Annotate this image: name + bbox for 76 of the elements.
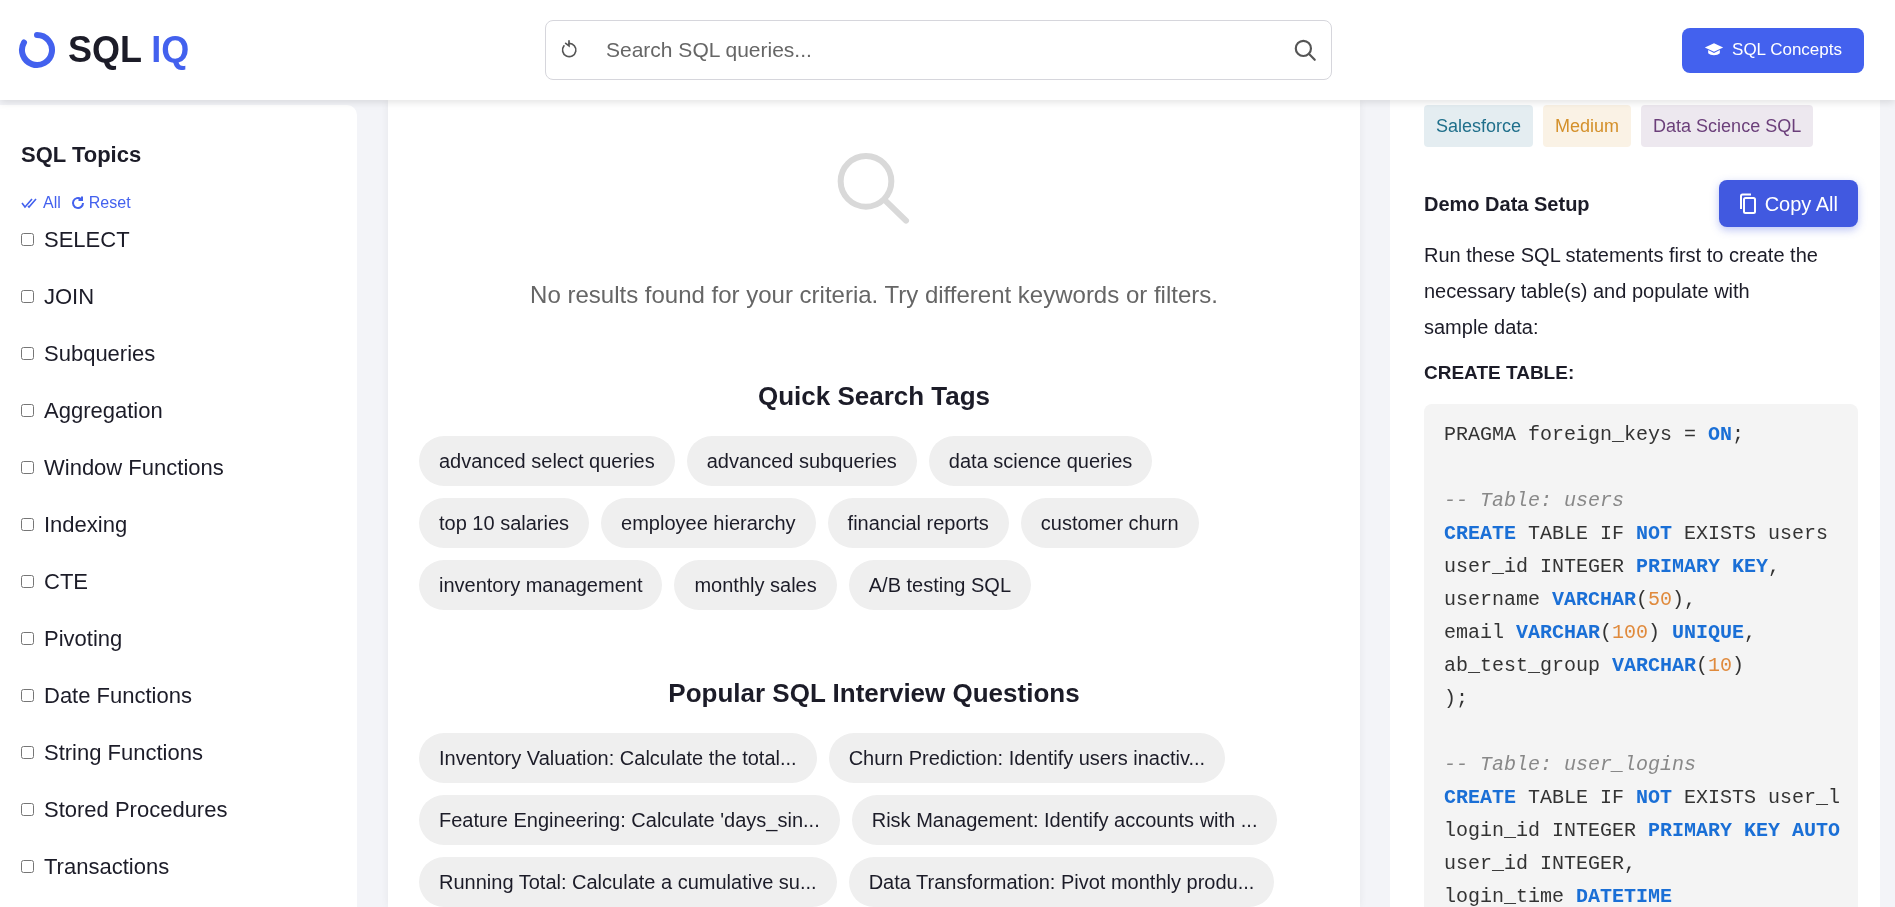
section-heading: Demo Data Setup bbox=[1424, 191, 1590, 217]
search-tag-chip[interactable]: advanced subqueries bbox=[686, 436, 917, 486]
search-tag-chip[interactable]: A/B testing SQL bbox=[848, 560, 1032, 610]
section-heading: Popular SQL Interview Questions bbox=[668, 677, 1080, 710]
category-tag: Salesforce bbox=[1424, 105, 1534, 147]
category-tag: Medium bbox=[1543, 105, 1632, 147]
code-line: ab_test_group VARCHAR(10) bbox=[1444, 652, 1746, 679]
section-heading: Quick Search Tags bbox=[757, 380, 991, 413]
topic-label[interactable]: Window Functions bbox=[44, 451, 224, 484]
topic-label[interactable]: CTE bbox=[44, 565, 88, 598]
search-tag-chip[interactable]: financial reports bbox=[827, 498, 1009, 548]
select-all-link[interactable]: All bbox=[21, 191, 61, 215]
refresh-icon[interactable] bbox=[559, 40, 579, 60]
topic-checkbox[interactable] bbox=[21, 575, 34, 588]
search-tag-chip[interactable]: data science queries bbox=[928, 436, 1153, 486]
category-tag: Data Science SQL bbox=[1641, 105, 1814, 147]
topic-label[interactable]: Date Functions bbox=[44, 679, 192, 712]
graduation-cap-icon bbox=[1704, 42, 1725, 58]
search-tag-chip[interactable]: advanced select queries bbox=[419, 436, 675, 486]
topic-label[interactable]: Subqueries bbox=[44, 337, 156, 370]
code-line: CREATE TABLE IF NOT EXISTS user_l bbox=[1444, 784, 1842, 811]
copy-icon bbox=[1738, 192, 1757, 215]
topic-label[interactable]: Transactions bbox=[44, 850, 170, 883]
topic-checkbox[interactable] bbox=[21, 461, 34, 474]
code-line: -- Table: users bbox=[1444, 487, 1626, 514]
copy-all-button[interactable]: Copy All bbox=[1718, 180, 1858, 227]
search-icon[interactable] bbox=[1292, 37, 1318, 63]
search-tag-chip[interactable]: customer churn bbox=[1020, 498, 1199, 548]
question-chip[interactable]: Running Total: Calculate a cumulative su... bbox=[419, 857, 837, 907]
create-table-label: CREATE TABLE: bbox=[1424, 361, 1576, 385]
topic-label[interactable]: Indexing bbox=[44, 508, 128, 541]
sidebar-title: SQL Topics bbox=[21, 144, 143, 166]
code-line: login_id INTEGER PRIMARY KEY AUTO bbox=[1444, 817, 1842, 844]
topic-label[interactable]: JOIN bbox=[44, 280, 95, 313]
refresh-icon bbox=[70, 196, 85, 210]
question-chip[interactable]: Inventory Valuation: Calculate the total... bbox=[419, 733, 817, 783]
search-tag-chip[interactable]: inventory management bbox=[419, 560, 663, 610]
search-field[interactable]: Search SQL queries... bbox=[545, 20, 1332, 80]
topic-checkbox[interactable] bbox=[21, 404, 34, 417]
code-line: user_id INTEGER, bbox=[1444, 850, 1638, 877]
topic-checkbox[interactable] bbox=[21, 803, 34, 816]
reset-link[interactable]: Reset bbox=[70, 191, 131, 215]
topic-label[interactable]: Stored Procedures bbox=[44, 793, 228, 826]
code-line: email VARCHAR(100) UNIQUE, bbox=[1444, 619, 1758, 646]
logo-wordmark: SQL IQ bbox=[68, 32, 190, 68]
topic-checkbox[interactable] bbox=[21, 632, 34, 645]
code-line: PRAGMA foreign_keys = ON; bbox=[1444, 421, 1746, 448]
search-tag-chip[interactable]: monthly sales bbox=[674, 560, 837, 610]
topic-checkbox[interactable] bbox=[21, 290, 34, 303]
setup-instructions: Run these SQL statements first to create the necessary table(s) and populate with sample data: bbox=[1424, 243, 1819, 340]
search-tag-chip[interactable]: employee hierarchy bbox=[601, 498, 816, 548]
code-line: ); bbox=[1444, 685, 1469, 712]
question-chip[interactable]: Churn Prediction: Identify users inactiv... bbox=[828, 733, 1226, 783]
topic-checkbox[interactable] bbox=[21, 233, 34, 246]
logo-ring-icon bbox=[18, 31, 56, 69]
topic-label[interactable]: String Functions bbox=[44, 736, 203, 769]
topic-checkbox[interactable] bbox=[21, 860, 34, 873]
code-line: username VARCHAR(50), bbox=[1444, 586, 1698, 613]
sql-concepts-button[interactable]: SQL Concepts bbox=[1682, 27, 1864, 73]
topic-checkbox[interactable] bbox=[21, 518, 34, 531]
topic-checkbox[interactable] bbox=[21, 689, 34, 702]
empty-state-message: No results found for your criteria. Try different keywords or filters. bbox=[530, 280, 1218, 310]
topic-label[interactable]: Aggregation bbox=[44, 394, 163, 427]
question-chip[interactable]: Risk Management: Identify accounts with ... bbox=[851, 795, 1278, 845]
code-line: user_id INTEGER PRIMARY KEY, bbox=[1444, 553, 1782, 580]
question-chip[interactable]: Data Transformation: Pivot monthly produ... bbox=[848, 857, 1275, 907]
question-chip[interactable]: Feature Engineering: Calculate 'days_sin... bbox=[419, 795, 840, 845]
code-line: login_time DATETIME bbox=[1444, 883, 1674, 907]
code-line: CREATE TABLE IF NOT EXISTS users bbox=[1444, 520, 1830, 547]
topic-label[interactable]: SELECT bbox=[44, 223, 130, 256]
search-tag-chip[interactable]: top 10 salaries bbox=[419, 498, 590, 548]
topic-checkbox[interactable] bbox=[21, 347, 34, 360]
topic-label[interactable]: Pivoting bbox=[44, 622, 123, 655]
code-line: -- Table: user_logins bbox=[1444, 751, 1698, 778]
double-check-icon bbox=[21, 197, 39, 209]
topic-checkbox[interactable] bbox=[21, 746, 34, 759]
